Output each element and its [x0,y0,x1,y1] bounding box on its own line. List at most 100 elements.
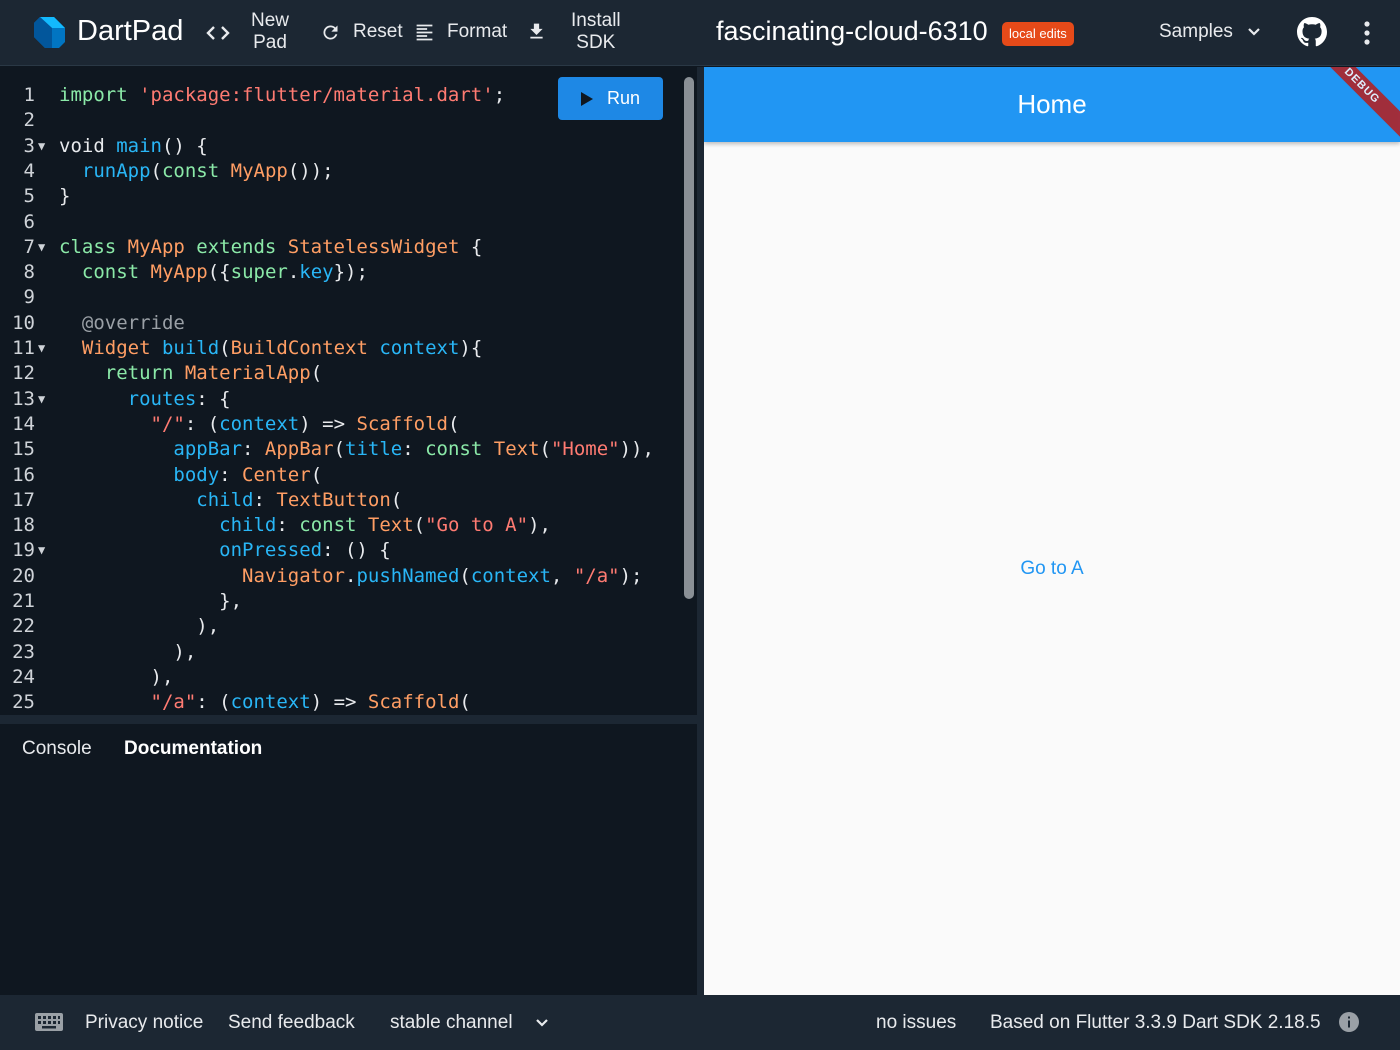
code-line[interactable]: 19 ▼ onPressed: () { [0,538,680,563]
code-line[interactable]: 15 appBar: AppBar(title: const Text("Hom… [0,437,680,462]
code-line[interactable]: 6 [0,210,680,235]
code-line[interactable]: 3 ▼ void main() { [0,134,680,159]
code-line[interactable]: 13 ▼ routes: { [0,387,680,412]
line-number: 18 [12,514,35,537]
embed-code-button[interactable] [206,22,230,44]
code-text: void main() { [59,134,208,157]
app-header: DartPad New Pad Reset Format Install SDK f… [0,0,1400,66]
line-number: 6 [23,210,35,233]
new-pad-label-2: Pad [253,32,287,53]
version-info: Based on Flutter 3.3.9 Dart SDK 2.18.5 [990,1012,1321,1033]
dart-logo-icon[interactable] [32,15,66,49]
code-text: "/a": (context) => Scaffold( [150,691,471,714]
code-text: child: TextButton( [196,488,403,511]
install-sdk-button[interactable]: Install SDK [571,10,621,54]
line-number: 4 [23,159,35,182]
line-number: 25 [12,691,35,714]
code-line[interactable]: 4 runApp(const MyApp()); [0,159,680,184]
send-feedback-link[interactable]: Send feedback [228,1012,355,1034]
chevron-down-icon [1248,28,1260,36]
chevron-down-icon [535,1019,548,1027]
format-button[interactable]: Format [414,21,507,43]
code-line[interactable]: 23 ), [0,640,680,665]
code-line[interactable]: 11 ▼ Widget build(BuildContext context){ [0,336,680,361]
fold-arrow-icon[interactable]: ▼ [38,387,45,412]
keyboard-shortcuts-button[interactable] [35,1012,63,1038]
line-number: 22 [12,615,35,638]
code-text: Navigator.pushNamed(context, "/a"); [242,564,643,587]
code-line[interactable]: 24 ), [0,665,680,690]
code-line[interactable]: 14 "/": (context) => Scaffold( [0,412,680,437]
download-button[interactable] [526,21,547,42]
fold-arrow-icon[interactable]: ▼ [38,538,45,563]
code-line[interactable]: 9 [0,285,680,310]
line-number: 11 [12,337,35,359]
code-editor[interactable]: 1 import 'package:flutter/material.dart';… [0,67,697,715]
code-line[interactable]: 21 }, [0,589,680,614]
download-icon [530,23,543,39]
channel-dropdown[interactable]: stable channel [390,1012,549,1034]
brand-title[interactable]: DartPad [77,15,183,48]
install-label-1: Install [571,10,621,31]
code-line[interactable]: 25 "/a": (context) => Scaffold( [0,690,680,715]
samples-dropdown[interactable]: Samples [1159,21,1261,43]
keyboard-icon [35,1013,63,1031]
tab-console[interactable]: Console [22,738,92,760]
code-line[interactable]: 10 @override [0,311,680,336]
new-pad-label-1: New [251,10,290,31]
line-number: 12 [12,362,35,385]
format-label: Format [447,21,508,42]
line-number: 23 [12,640,35,663]
code-text: const MyApp({super.key}); [81,261,368,284]
github-button[interactable] [1297,17,1327,47]
code-line[interactable]: 18 child: const Text("Go to A"), [0,513,680,538]
code-text: }, [59,590,243,612]
reset-label: Reset [353,21,403,42]
privacy-notice-link[interactable]: Privacy notice [85,1012,203,1034]
play-icon [580,91,593,106]
samples-label: Samples [1159,21,1233,42]
editor-console-divider[interactable] [0,715,697,724]
code-text: class MyApp extends StatelessWidget { [59,235,483,258]
code-line[interactable]: 8 const MyApp({super.key}); [0,260,680,285]
line-number: 10 [12,311,35,334]
pad-title[interactable]: fascinating-cloud-6310 [716,16,988,47]
refresh-icon [323,24,338,39]
install-label-2: SDK [576,32,616,53]
go-to-a-button[interactable]: Go to A [704,558,1400,580]
code-text: ), [59,665,174,688]
new-pad-button[interactable]: New Pad [251,10,289,54]
local-edits-badge: local edits [1002,22,1074,46]
tab-documentation[interactable]: Documentation [124,738,262,760]
code-line[interactable]: 7 ▼ class MyApp extends StatelessWidget { [0,235,680,260]
code-line[interactable]: 22 ), [0,614,680,639]
line-number: 3 [23,134,35,157]
code-text: "/": (context) => Scaffold( [150,412,460,435]
code-line[interactable]: 17 child: TextButton( [0,488,680,513]
more-vert-icon [1364,21,1370,45]
line-number: 8 [23,261,35,284]
fold-arrow-icon[interactable]: ▼ [38,235,45,260]
code-text: Widget build(BuildContext context){ [81,337,483,359]
panel-splitter[interactable] [697,67,704,995]
code-line[interactable]: 12 return MaterialApp( [0,361,680,386]
code-text: return MaterialApp( [104,362,323,385]
code-line[interactable]: 16 body: Center( [0,463,680,488]
line-number: 24 [12,665,35,688]
run-button[interactable]: Run [558,77,663,120]
fold-arrow-icon[interactable]: ▼ [38,134,45,159]
reset-button[interactable]: Reset [320,21,403,43]
fold-arrow-icon[interactable]: ▼ [38,336,45,361]
preview-appbar-title: Home [1017,89,1087,119]
editor-scrollbar[interactable] [684,77,694,599]
more-menu-button[interactable] [1356,20,1378,46]
code-text: runApp(const MyApp()); [81,159,334,182]
code-text: body: Center( [173,463,323,486]
line-number: 15 [12,438,35,461]
info-button[interactable] [1338,1011,1360,1039]
code-line[interactable]: 20 Navigator.pushNamed(context, "/a"); [0,564,680,589]
console-panel: Console Documentation [0,724,697,995]
code-line[interactable]: 5} [0,184,680,209]
issues-status[interactable]: no issues [876,1012,956,1034]
line-number: 5 [23,185,35,208]
